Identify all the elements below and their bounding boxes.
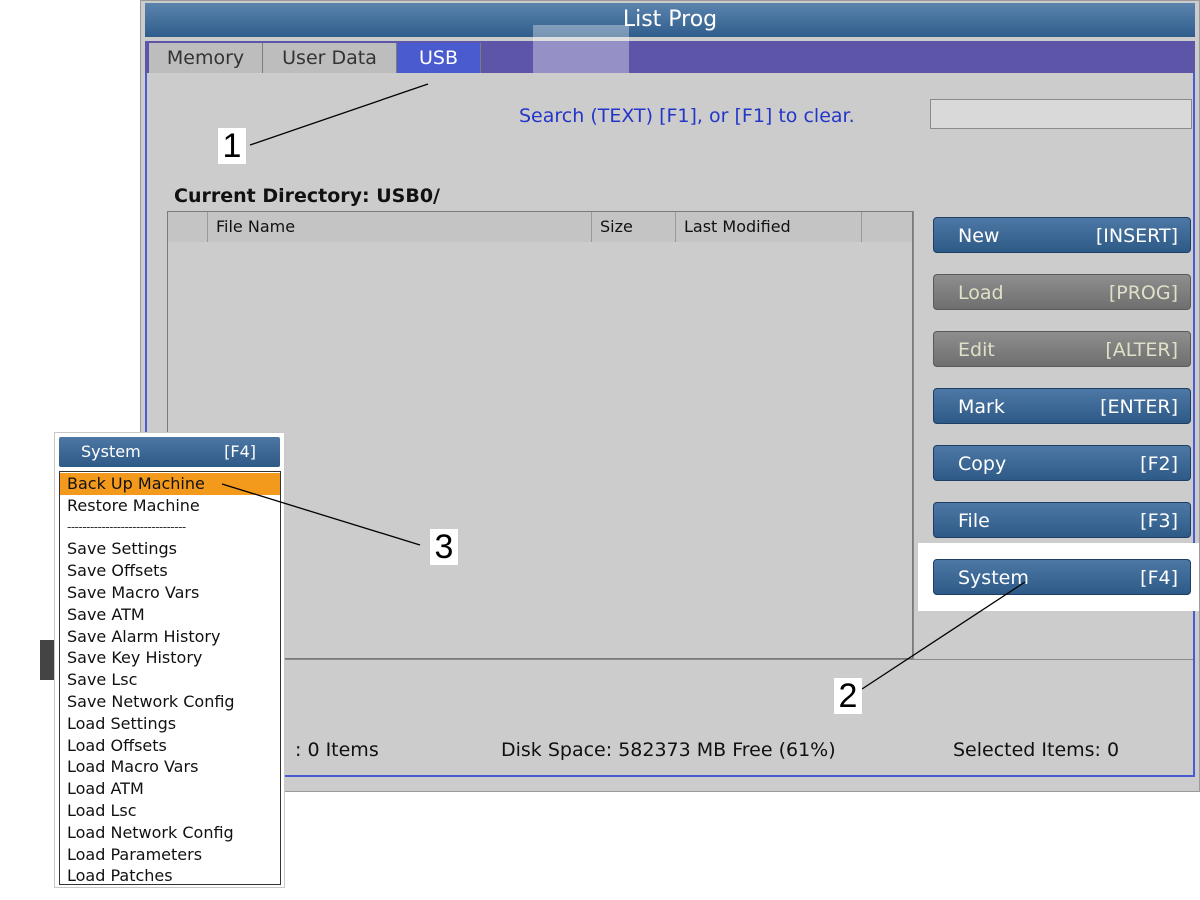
menu-item-load-lsc[interactable]: Load Lsc	[60, 800, 280, 822]
window-title: List Prog	[145, 3, 1195, 37]
file-button-key: [F3]	[1140, 510, 1178, 532]
system-dropdown-menu: System [F4] Back Up Machine Restore Mach…	[54, 432, 285, 888]
load-button[interactable]: Load [PROG]	[933, 274, 1191, 310]
menu-item-save-atm[interactable]: Save ATM	[60, 604, 280, 626]
search-input[interactable]	[930, 99, 1192, 129]
menu-separator: -------------------------------	[67, 519, 186, 534]
menu-item-save-settings[interactable]: Save Settings	[60, 538, 280, 560]
menu-item-load-atm[interactable]: Load ATM	[60, 778, 280, 800]
tab-memory[interactable]: Memory	[149, 43, 263, 73]
mark-button[interactable]: Mark [ENTER]	[933, 388, 1191, 424]
system-button-key: [F4]	[1140, 567, 1178, 589]
edit-button[interactable]: Edit [ALTER]	[933, 331, 1191, 367]
status-item-count: : 0 Items	[295, 739, 379, 761]
column-header-size[interactable]: Size	[592, 212, 676, 242]
menu-item-save-network-config[interactable]: Save Network Config	[60, 691, 280, 713]
menu-item-save-macro-vars[interactable]: Save Macro Vars	[60, 582, 280, 604]
dropdown-header-key: [F4]	[224, 442, 256, 461]
load-button-label: Load	[958, 282, 1004, 304]
menu-item-back-up-machine[interactable]: Back Up Machine	[60, 473, 280, 495]
file-button-label: File	[958, 510, 990, 532]
status-disk-space: Disk Space: 582373 MB Free (61%)	[501, 739, 836, 761]
current-directory: Current Directory: USB0/	[174, 185, 440, 207]
status-selected-items: Selected Items: 0	[953, 739, 1120, 761]
load-button-key: [PROG]	[1108, 282, 1178, 304]
menu-item-load-network-config[interactable]: Load Network Config	[60, 822, 280, 844]
edit-button-label: Edit	[958, 339, 995, 361]
copy-button[interactable]: Copy [F2]	[933, 445, 1191, 481]
copy-button-label: Copy	[958, 453, 1007, 475]
tab-user-data[interactable]: User Data	[263, 43, 397, 73]
menu-item-save-offsets[interactable]: Save Offsets	[60, 560, 280, 582]
tab-bar: Memory User Data USB	[145, 41, 1195, 73]
menu-item-restore-machine[interactable]: Restore Machine	[60, 495, 280, 517]
panel-divider-vertical	[913, 211, 914, 659]
menu-item-load-macro-vars[interactable]: Load Macro Vars	[60, 756, 280, 778]
panel-divider-horizontal	[167, 659, 1193, 660]
tab-usb[interactable]: USB	[397, 43, 481, 73]
column-header-select	[168, 212, 208, 242]
system-button-label: System	[958, 567, 1029, 589]
file-button[interactable]: File [F3]	[933, 502, 1191, 538]
system-button[interactable]: System [F4]	[933, 559, 1191, 595]
column-header-last-modified[interactable]: Last Modified	[676, 212, 862, 242]
copy-button-key: [F2]	[1140, 453, 1178, 475]
dropdown-list: Back Up Machine Restore Machine --------…	[59, 471, 281, 885]
search-instructions: Search (TEXT) [F1], or [F1] to clear.	[519, 105, 855, 127]
callout-label-3: 3	[430, 529, 458, 565]
menu-item-save-alarm-history[interactable]: Save Alarm History	[60, 626, 280, 648]
menu-item-load-settings[interactable]: Load Settings	[60, 713, 280, 735]
column-header-file-name[interactable]: File Name	[208, 212, 592, 242]
callout-label-2: 2	[834, 678, 862, 714]
edit-button-key: [ALTER]	[1105, 339, 1178, 361]
column-header-extra	[862, 212, 912, 242]
menu-item-load-patches[interactable]: Load Patches	[60, 865, 280, 887]
dropdown-header-label: System	[81, 442, 141, 461]
menu-item-save-lsc[interactable]: Save Lsc	[60, 669, 280, 691]
new-button-key: [INSERT]	[1095, 225, 1178, 247]
mark-button-key: [ENTER]	[1100, 396, 1178, 418]
menu-item-save-key-history[interactable]: Save Key History	[60, 647, 280, 669]
new-button[interactable]: New [INSERT]	[933, 217, 1191, 253]
menu-item-load-parameters[interactable]: Load Parameters	[60, 844, 280, 866]
content-panel: Search (TEXT) [F1], or [F1] to clear. Cu…	[145, 73, 1199, 777]
new-button-label: New	[958, 225, 1000, 247]
dropdown-header-system[interactable]: System [F4]	[59, 437, 280, 467]
menu-item-load-offsets[interactable]: Load Offsets	[60, 735, 280, 757]
callout-label-1: 1	[218, 128, 246, 164]
mark-button-label: Mark	[958, 396, 1005, 418]
list-prog-window: List Prog Memory User Data USB Search (T…	[140, 0, 1200, 792]
